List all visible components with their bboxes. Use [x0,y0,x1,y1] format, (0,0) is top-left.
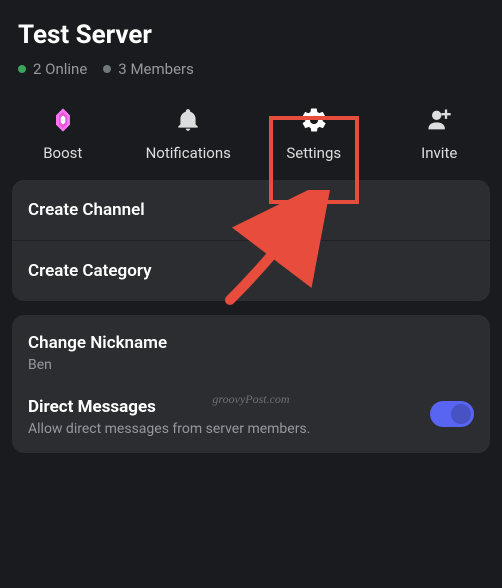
create-card: Create Channel Create Category [12,180,490,301]
server-title: Test Server [18,20,484,50]
members-dot-icon [103,65,111,73]
create-category-button[interactable]: Create Category [12,240,490,301]
boost-label: Boost [43,144,82,162]
change-nickname-button[interactable]: Change Nickname Ben [12,315,490,379]
settings-label: Settings [286,144,341,162]
direct-messages-toggle[interactable] [430,401,474,427]
action-bar: Boost Notifications Settings Invite [0,90,502,180]
change-nickname-label: Change Nickname [28,333,474,353]
invite-button[interactable]: Invite [394,104,484,162]
gear-icon [298,104,330,136]
settings-button[interactable]: Settings [269,104,359,162]
watermark: groovyPost.com [212,392,289,407]
add-user-icon [423,104,455,136]
notifications-button[interactable]: Notifications [143,104,233,162]
members-status: 3 Members [103,60,194,78]
boost-button[interactable]: Boost [18,104,108,162]
members-count: 3 Members [118,60,194,78]
settings-card: Change Nickname Ben Direct Messages Allo… [12,315,490,453]
toggle-thumb-icon [451,404,471,424]
online-status: 2 Online [18,60,87,78]
nickname-value: Ben [28,357,474,373]
bell-icon [172,104,204,136]
invite-label: Invite [421,144,457,162]
boost-icon [47,104,79,136]
create-channel-button[interactable]: Create Channel [12,180,490,240]
notifications-label: Notifications [146,144,231,162]
direct-messages-desc: Allow direct messages from server member… [28,421,430,437]
online-dot-icon [18,65,26,73]
status-row: 2 Online 3 Members [18,60,484,78]
online-count: 2 Online [33,60,87,78]
